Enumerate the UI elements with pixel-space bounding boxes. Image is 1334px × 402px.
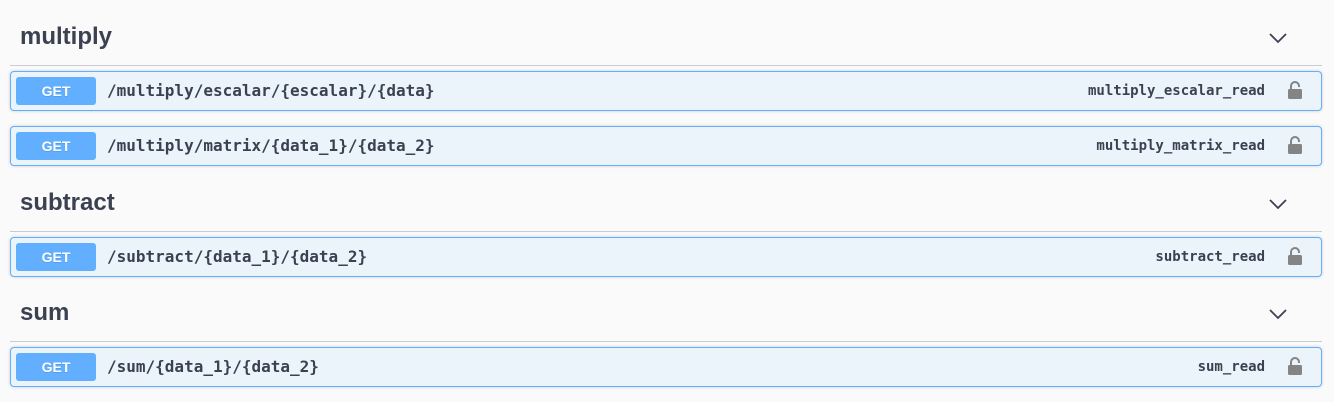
operation-get-multiply-matrix[interactable]: GET /multiply/matrix/{data_1}/{data_2} m… — [10, 126, 1322, 166]
operation-id: subtract_read — [1155, 249, 1265, 265]
operation-path: /subtract/{data_1}/{data_2} — [107, 247, 368, 266]
operation-path: /multiply/escalar/{escalar}/{data} — [107, 81, 435, 100]
method-badge: GET — [16, 353, 96, 381]
section-title: multiply — [20, 23, 113, 50]
operation-get-subtract[interactable]: GET /subtract/{data_1}/{data_2} subtract… — [10, 237, 1322, 277]
operation-id: sum_read — [1197, 359, 1265, 375]
section-header-subtract[interactable]: subtract — [10, 176, 1322, 232]
operation-get-sum[interactable]: GET /sum/{data_1}/{data_2} sum_read — [10, 347, 1322, 387]
section-title: sum — [20, 299, 70, 326]
lock-icon[interactable] — [1287, 247, 1303, 265]
chevron-down-icon[interactable] — [1268, 304, 1288, 324]
section-header-sum[interactable]: sum — [10, 286, 1322, 342]
operation-id: multiply_matrix_read — [1096, 138, 1265, 154]
lock-icon[interactable] — [1287, 81, 1303, 99]
chevron-down-icon[interactable] — [1268, 194, 1288, 214]
operation-id: multiply_escalar_read — [1087, 83, 1265, 99]
method-badge: GET — [16, 132, 96, 160]
lock-icon[interactable] — [1287, 357, 1303, 375]
operation-path: /sum/{data_1}/{data_2} — [107, 357, 319, 376]
section-header-multiply[interactable]: multiply — [10, 10, 1322, 66]
chevron-down-icon[interactable] — [1268, 28, 1288, 48]
lock-icon[interactable] — [1287, 136, 1303, 154]
section-title: subtract — [20, 189, 115, 216]
api-operations-list: multiply GET /multiply/escalar/{escalar}… — [0, 0, 1334, 402]
method-badge: GET — [16, 77, 96, 105]
method-badge: GET — [16, 243, 96, 271]
operation-get-multiply-escalar[interactable]: GET /multiply/escalar/{escalar}/{data} m… — [10, 71, 1322, 111]
operation-path: /multiply/matrix/{data_1}/{data_2} — [107, 136, 435, 155]
